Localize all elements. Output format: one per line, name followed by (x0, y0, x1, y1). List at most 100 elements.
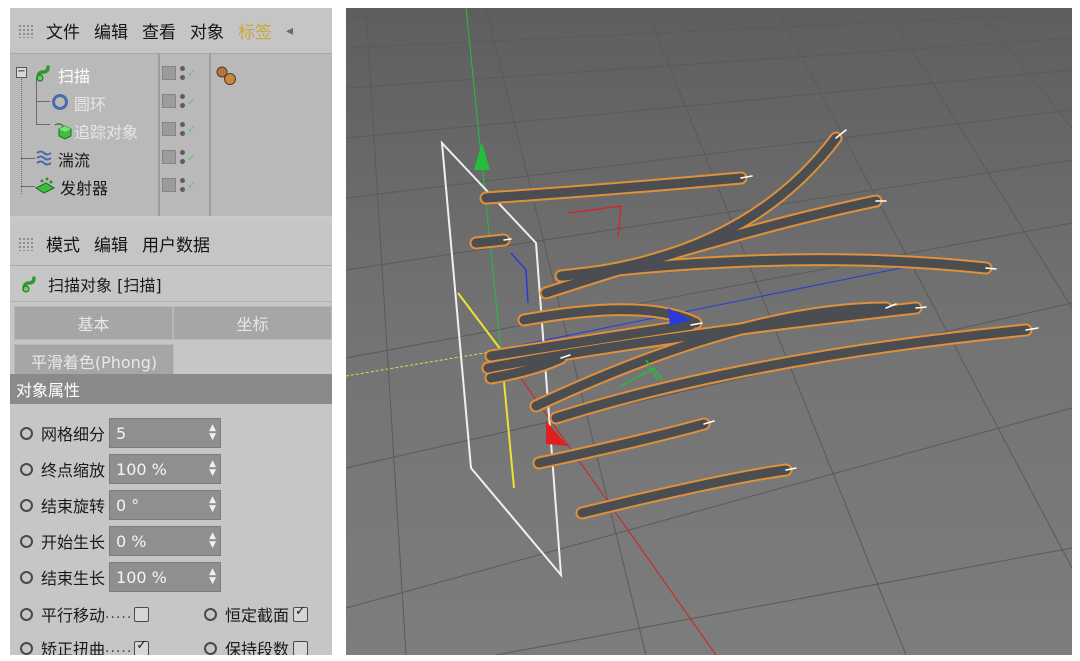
animate-radio[interactable] (20, 462, 33, 476)
check-keep-segments[interactable]: 保持段数 (194, 631, 309, 655)
spinner-arrows-icon[interactable]: ▲ ▼ (209, 460, 216, 478)
menu-file[interactable]: 文件 (46, 18, 80, 43)
attribute-tabs: 基本 坐标 平滑着色(Phong) (14, 306, 332, 378)
layer-icon[interactable] (162, 94, 176, 108)
param-value: 100 % (116, 567, 167, 587)
visibility-dots-icon[interactable] (180, 94, 186, 108)
check-label: 保持段数 (225, 640, 290, 655)
material-tag-icon[interactable] (215, 65, 239, 87)
param-input[interactable]: 0 ° ▲ ▼ (109, 490, 222, 520)
enabled-check-icon[interactable]: ✓ (187, 67, 196, 80)
viewport-scene[interactable] (346, 8, 1072, 655)
tree-item-emitter[interactable]: 发射器 ✓ (10, 172, 332, 200)
panel-grip-icon[interactable] (18, 236, 34, 251)
object-manager-menubar: 文件 编辑 查看 对象 标签 ◂ (10, 8, 332, 54)
tree-item-label: 湍流 (58, 151, 91, 170)
param-mesh-subdivision: 网格细分 5 ▲ ▼ (10, 415, 332, 451)
parallel-movement-checkbox[interactable] (134, 606, 150, 622)
check-label: 平行移动 (41, 606, 106, 625)
param-input[interactable]: 100 % ▲ ▼ (109, 454, 222, 484)
spinner-arrows-icon[interactable]: ▲ ▼ (209, 424, 216, 442)
animate-radio[interactable] (20, 534, 33, 548)
enabled-check-icon[interactable]: ✓ (187, 151, 196, 164)
param-value: 5 (116, 423, 127, 443)
animate-radio[interactable] (20, 641, 33, 655)
tree-item-label: 发射器 (60, 179, 109, 198)
left-panel: 文件 编辑 查看 对象 标签 ◂ − 扫描 ✓ 圆环 ✓ 追踪对象 ✓ 湍流 ✓… (10, 8, 332, 655)
object-tree: − 扫描 ✓ 圆环 ✓ 追踪对象 ✓ 湍流 ✓ 发射器 ✓ (10, 54, 332, 216)
enabled-check-icon[interactable]: ✓ (187, 123, 196, 136)
visibility-dots-icon[interactable] (180, 66, 186, 80)
spinner-arrows-icon[interactable]: ▲ ▼ (209, 532, 216, 550)
animate-radio[interactable] (20, 498, 33, 512)
param-value: 0 % (116, 531, 147, 551)
menu-edit[interactable]: 编辑 (94, 231, 128, 256)
animate-radio[interactable] (20, 426, 33, 440)
visibility-dots-icon[interactable] (180, 122, 186, 136)
param-value: 0 ° (116, 495, 140, 515)
param-end-growth: 结束生长 100 % ▲ ▼ (10, 559, 332, 595)
tab-phong[interactable]: 平滑着色(Phong) (14, 344, 174, 378)
panel-grip-icon[interactable] (18, 23, 34, 38)
attribute-object-title: 扫描对象 [扫描] (48, 275, 162, 295)
menu-mode[interactable]: 模式 (46, 231, 80, 256)
param-input[interactable]: 0 % ▲ ▼ (109, 526, 222, 556)
constant-cross-section-checkbox[interactable] (293, 604, 309, 622)
tree-item-label: 圆环 (74, 95, 107, 114)
check-label: 矫正扭曲 (41, 640, 106, 655)
check-row-2: 矫正扭曲 ..... 保持段数 (10, 631, 332, 655)
spinner-arrows-icon[interactable]: ▲ ▼ (209, 496, 216, 514)
menu-object[interactable]: 对象 (190, 18, 224, 43)
param-label: 结束生长 (41, 569, 106, 588)
animate-radio[interactable] (204, 607, 217, 621)
sweep-icon (36, 65, 50, 82)
tree-item-sweep[interactable]: − 扫描 ✓ (10, 60, 332, 88)
circle-spline-icon (52, 94, 68, 110)
animate-radio[interactable] (204, 641, 217, 655)
enabled-check-icon[interactable]: ✓ (187, 179, 196, 192)
enabled-check-icon[interactable]: ✓ (187, 95, 196, 108)
param-label: 终点缩放 (41, 461, 106, 480)
collapse-toggle-icon[interactable]: − (16, 67, 27, 78)
visibility-dots-icon[interactable] (180, 178, 186, 192)
param-end-rotation: 结束旋转 0 ° ▲ ▼ (10, 487, 332, 523)
attribute-manager-menubar: 模式 编辑 用户数据 (10, 222, 332, 266)
param-input[interactable]: 5 ▲ ▼ (109, 418, 222, 448)
menu-overflow-icon[interactable]: ◂ (286, 23, 293, 39)
keep-segments-checkbox[interactable] (293, 640, 309, 655)
layer-icon[interactable] (162, 122, 176, 136)
tree-item-turbulence[interactable]: 湍流 ✓ (10, 144, 332, 172)
animate-radio[interactable] (20, 570, 33, 584)
visibility-flags[interactable]: ✓ (162, 122, 196, 136)
param-input[interactable]: 100 % ▲ ▼ (109, 562, 222, 592)
tree-item-tracer[interactable]: 追踪对象 ✓ (10, 116, 332, 144)
check-parallel-movement[interactable]: 平行移动 ..... (10, 597, 150, 631)
animate-radio[interactable] (20, 607, 33, 621)
visibility-flags[interactable]: ✓ (162, 150, 196, 164)
layer-icon[interactable] (162, 178, 176, 192)
visibility-flags[interactable]: ✓ (162, 178, 196, 192)
menu-tags[interactable]: 标签 (238, 18, 272, 43)
layer-icon[interactable] (162, 66, 176, 80)
section-object-properties: 对象属性 (10, 374, 332, 404)
param-label: 网格细分 (41, 425, 106, 444)
leader-dots: ..... (105, 640, 133, 655)
spinner-arrows-icon[interactable]: ▲ ▼ (209, 568, 216, 586)
visibility-dots-icon[interactable] (180, 150, 186, 164)
layer-icon[interactable] (162, 150, 176, 164)
tree-item-circle[interactable]: 圆环 ✓ (10, 88, 332, 116)
banking-checkbox[interactable] (134, 638, 150, 655)
3d-viewport[interactable] (346, 8, 1072, 655)
attribute-manager: 模式 编辑 用户数据 扫描对象 [扫描] 基本 坐标 平滑着色(Phong) 对… (10, 222, 332, 655)
tab-basic[interactable]: 基本 (14, 306, 173, 340)
tab-coordinates[interactable]: 坐标 (173, 306, 332, 340)
visibility-flags[interactable]: ✓ (162, 94, 196, 108)
menu-view[interactable]: 查看 (142, 18, 176, 43)
visibility-flags[interactable]: ✓ (162, 66, 196, 80)
menu-user-data[interactable]: 用户数据 (142, 231, 210, 256)
check-banking[interactable]: 矫正扭曲 ..... (10, 631, 150, 655)
check-constant-cross-section[interactable]: 恒定截面 (194, 597, 309, 631)
param-label: 开始生长 (41, 533, 106, 552)
leader-dots: ..... (105, 606, 133, 622)
menu-edit[interactable]: 编辑 (94, 18, 128, 43)
